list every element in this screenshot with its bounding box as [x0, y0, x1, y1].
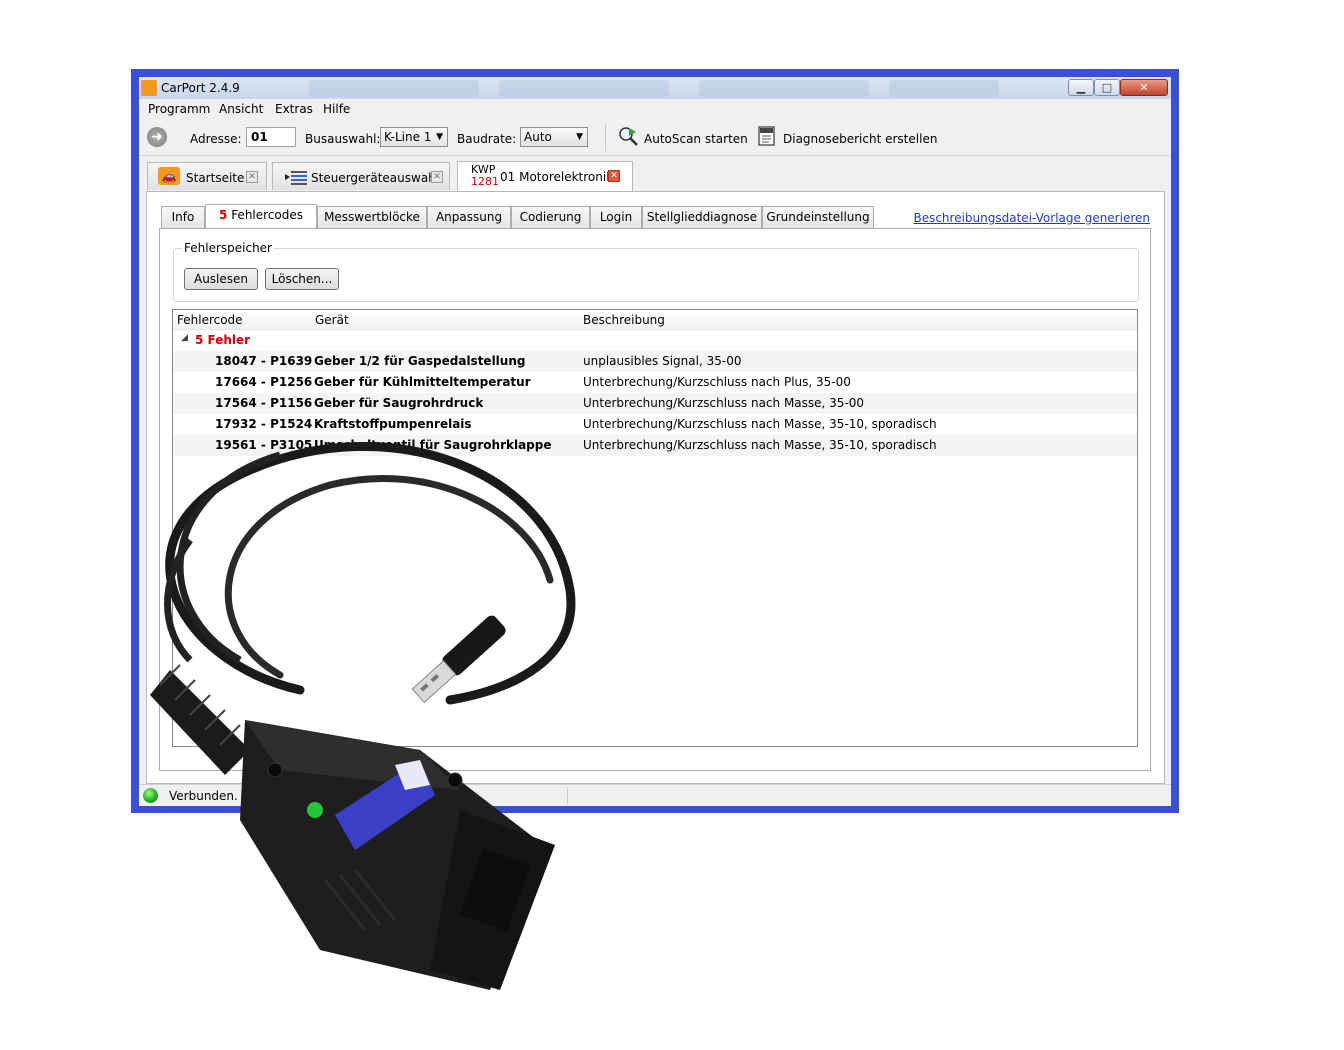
address-label: Adresse: [190, 132, 242, 146]
tab-startseite[interactable]: 🚗 Startseite ✕ [147, 162, 267, 190]
autoscan-magnifier-icon[interactable] [617, 125, 639, 147]
toolbar-separator [605, 125, 606, 151]
background-taskbar-item [499, 80, 669, 97]
background-taskbar-item [889, 80, 999, 97]
expand-triangle-icon[interactable]: ◢ [181, 333, 188, 343]
bus-select-value: K-Line 1 [384, 130, 432, 144]
window-title: CarPort 2.4.9 [161, 81, 240, 95]
app-icon [141, 80, 157, 96]
report-document-icon[interactable] [756, 125, 778, 147]
baud-select-value: Auto [524, 130, 552, 144]
protocol-number-label: 1281 [471, 175, 499, 188]
fault-group-row[interactable]: ◢ 5 Fehler [173, 330, 1137, 351]
close-tab-icon[interactable]: ✕ [608, 170, 620, 182]
read-faults-button[interactable]: Auslesen [184, 268, 258, 290]
fault-description: Unterbrechung/Kurzschluss nach Masse, 35… [583, 417, 937, 431]
obd-cable-photo [150, 441, 576, 990]
toolbar: ➜ Adresse: 01 Busauswahl: K-Line 1 ▼ Bau… [139, 121, 1171, 156]
connect-arrow-icon[interactable]: ➜ [147, 127, 167, 147]
fault-description: Unterbrechung/Kurzschluss nach Masse, 35… [583, 438, 937, 452]
subtab-fehlercodes-label: Fehlercodes [231, 208, 303, 222]
autoscan-button[interactable]: AutoScan starten [644, 132, 748, 146]
chevron-down-icon: ▼ [436, 132, 443, 142]
close-tab-icon[interactable]: ✕ [431, 171, 443, 183]
table-row[interactable]: 18047 - P1639 Geber 1/2 für Gaspedalstel… [173, 351, 1137, 372]
template-generate-link[interactable]: Beschreibungsdatei-Vorlage generieren [913, 211, 1150, 225]
subtab-codierung[interactable]: Codierung [511, 206, 590, 228]
background-taskbar-item [309, 80, 479, 97]
background-taskbar-item [699, 80, 869, 97]
subtab-fehlercodes[interactable]: 5 Fehlercodes [205, 204, 317, 229]
tab-motorelektronik[interactable]: KWP 1281 01 Motorelektronik ✕ [457, 161, 633, 191]
subtab-messwertbloecke[interactable]: Messwertblöcke [317, 206, 427, 228]
bus-label: Busauswahl: [305, 132, 381, 146]
fault-description: unplausibles Signal, 35-00 [583, 354, 742, 368]
bus-select[interactable]: K-Line 1 ▼ [380, 127, 448, 147]
table-header: Fehlercode Gerät Beschreibung [173, 310, 1137, 330]
fault-description: Unterbrechung/Kurzschluss nach Masse, 35… [583, 396, 865, 410]
minimize-icon: ▁ [1076, 81, 1086, 94]
fault-count-badge: 5 [219, 208, 228, 222]
fault-device: Geber für Kühlmitteltemperatur [314, 375, 531, 389]
tab-startseite-label: Startseite [186, 171, 245, 185]
subtab-login[interactable]: Login [590, 206, 642, 228]
fault-code: 17664 - P1256 [215, 375, 313, 389]
subtab-grundeinstellung[interactable]: Grundeinstellung [762, 206, 874, 228]
tab-motorelektronik-label: 01 Motorelektronik [500, 170, 614, 184]
maximize-button[interactable]: □ [1094, 79, 1120, 96]
menu-programm[interactable]: Programm [148, 102, 210, 116]
fault-device: Kraftstoffpumpenrelais [314, 417, 472, 431]
column-header-description[interactable]: Beschreibung [583, 313, 665, 327]
maximize-icon: □ [1101, 81, 1113, 94]
report-button[interactable]: Diagnosebericht erstellen [783, 132, 937, 146]
address-input[interactable]: 01 [246, 127, 296, 147]
list-icon [285, 171, 307, 185]
subtab-anpassung[interactable]: Anpassung [427, 206, 511, 228]
menu-extras[interactable]: Extras [275, 102, 313, 116]
baud-label: Baudrate: [457, 132, 517, 146]
clear-faults-button[interactable]: Löschen... [265, 268, 339, 290]
column-header-code[interactable]: Fehlercode [177, 313, 243, 327]
close-tab-icon[interactable]: ✕ [246, 171, 258, 183]
menu-hilfe[interactable]: Hilfe [323, 102, 350, 116]
tab-steuergeraeteauswahl[interactable]: Steuergeräteauswahl ✕ [272, 162, 450, 190]
minimize-button[interactable]: ▁ [1068, 79, 1094, 96]
fault-description: Unterbrechung/Kurzschluss nach Plus, 35-… [583, 375, 851, 389]
close-icon: ✕ [1139, 81, 1149, 94]
table-row[interactable]: 17664 - P1256 Geber für Kühlmitteltemper… [173, 372, 1137, 393]
subtab-stellglieddiagnose[interactable]: Stellglieddiagnose [642, 206, 762, 228]
table-row[interactable]: 17564 - P1156 Geber für Saugrohrdruck Un… [173, 393, 1137, 414]
fault-memory-title: Fehlerspeicher [182, 241, 274, 255]
baud-select[interactable]: Auto ▼ [520, 127, 588, 147]
subtab-info[interactable]: Info [161, 206, 205, 228]
column-header-device[interactable]: Gerät [315, 313, 349, 327]
chevron-down-icon: ▼ [576, 132, 583, 142]
fault-device: Geber 1/2 für Gaspedalstellung [314, 354, 526, 368]
menu-bar: Programm Ansicht Extras Hilfe [139, 99, 1171, 119]
fault-code: 17932 - P1524 [215, 417, 313, 431]
title-bar: CarPort 2.4.9 ▁ □ ✕ [139, 77, 1171, 99]
fault-device: Geber für Saugrohrdruck [314, 396, 484, 410]
fault-code: 17564 - P1156 [215, 396, 313, 410]
tab-steuergeraeteauswahl-label: Steuergeräteauswahl [311, 171, 440, 185]
fault-group-label: 5 Fehler [195, 333, 251, 347]
menu-ansicht[interactable]: Ansicht [219, 102, 263, 116]
car-icon: 🚗 [158, 167, 180, 185]
close-button[interactable]: ✕ [1120, 79, 1168, 96]
fault-code: 18047 - P1639 [215, 354, 313, 368]
